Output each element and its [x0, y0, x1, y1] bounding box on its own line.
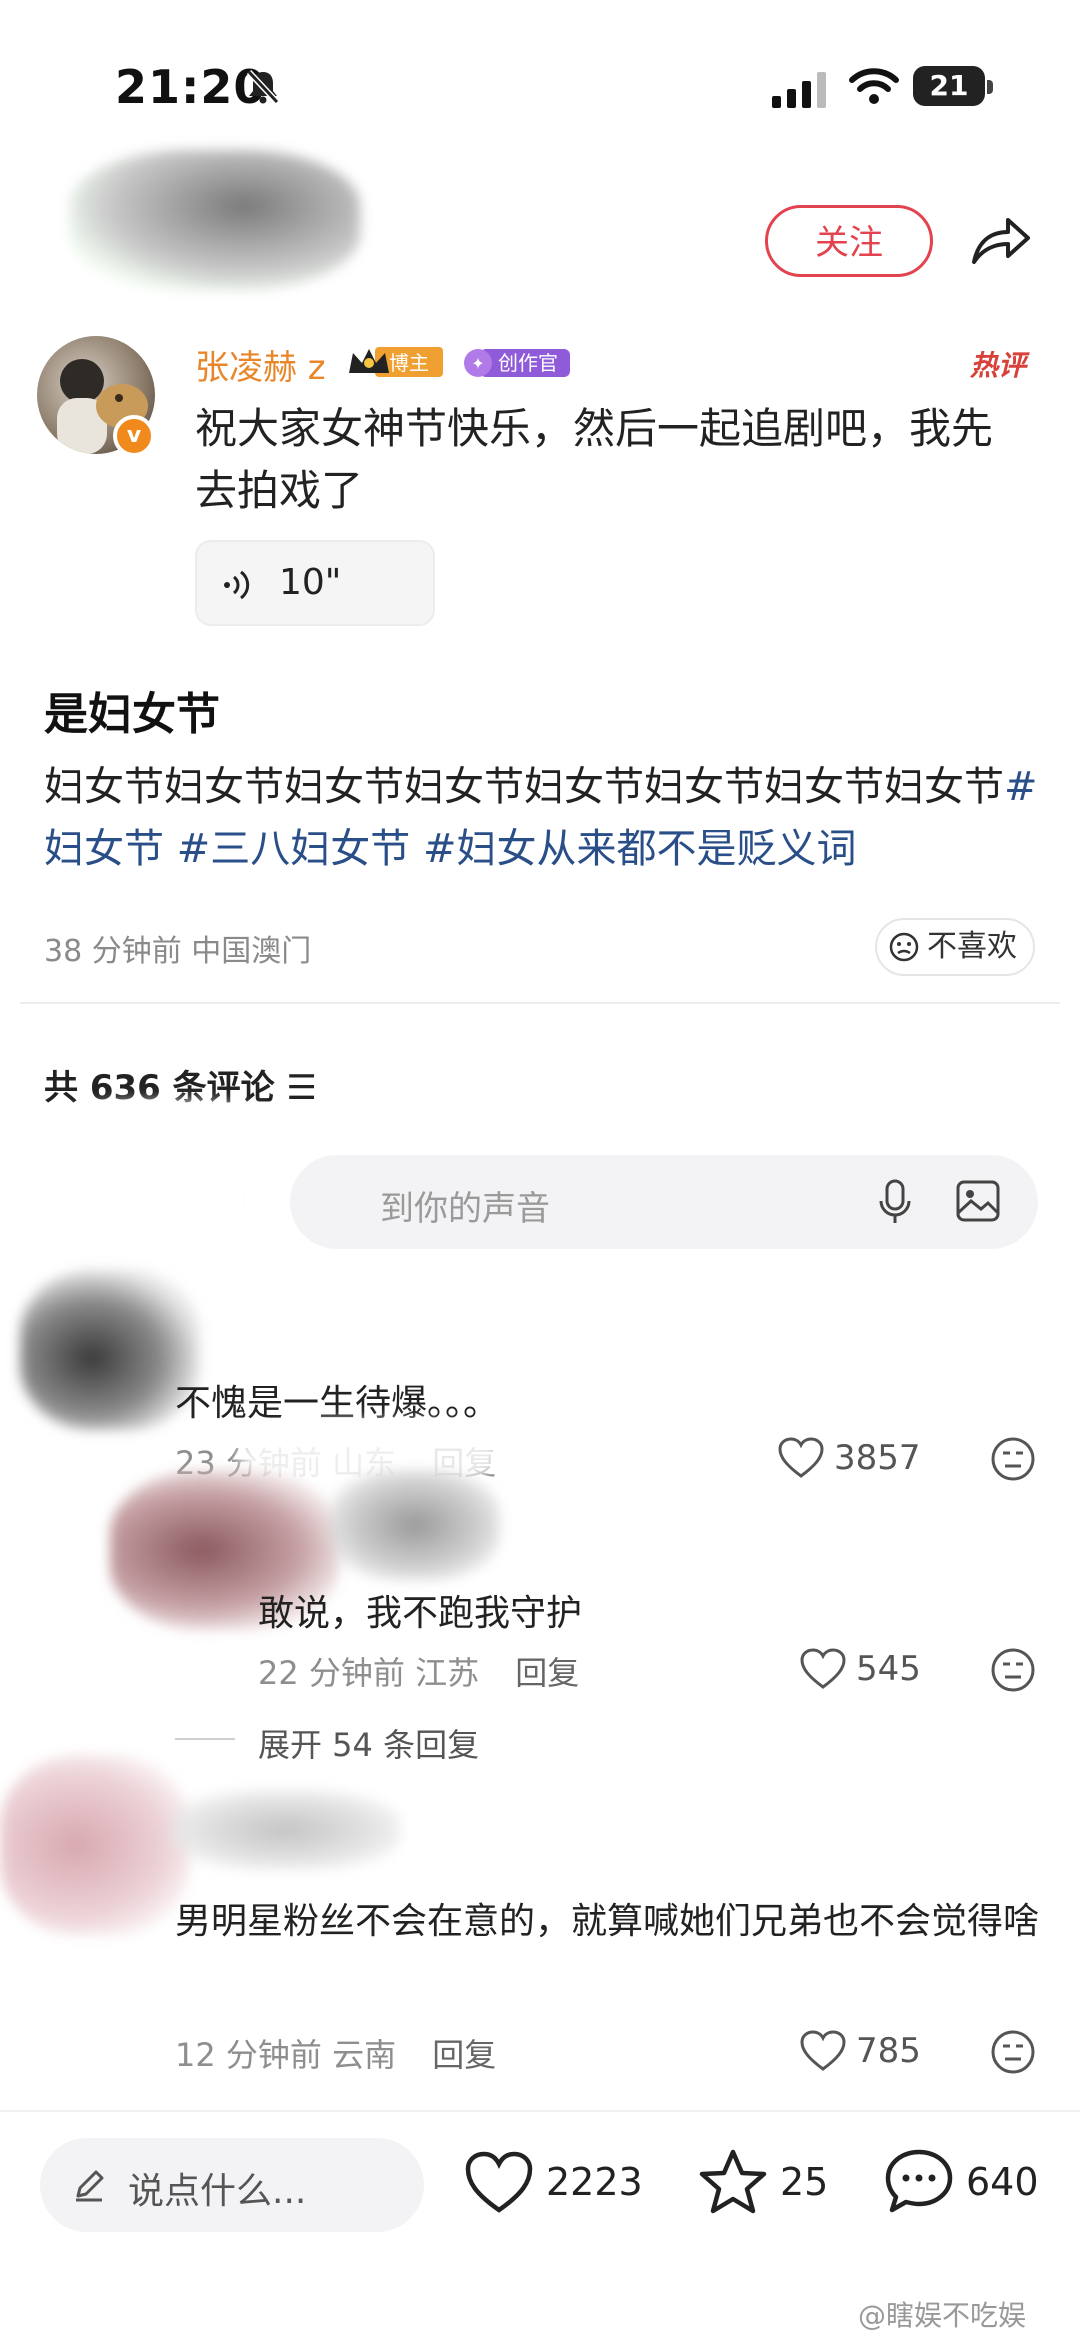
follow-button[interactable]: 关注: [765, 205, 933, 277]
article-body: 妇女节妇女节妇女节妇女节妇女节妇女节妇女节妇女节#妇女节 #三八妇女节 #妇女从…: [44, 756, 1044, 880]
battery-cap: [987, 80, 993, 94]
article-title: 是妇女节: [44, 689, 220, 740]
sort-icon[interactable]: ☰: [287, 1068, 317, 1108]
hashtag-link[interactable]: #三八妇女节: [177, 826, 411, 872]
blogger-badge: 博主: [349, 347, 443, 377]
comment-time: 22 分钟前: [258, 1654, 405, 1692]
voice-wave-icon: [224, 570, 250, 600]
post-text: 祝大家女神节快乐，然后一起追剧吧，我先去拍戏了: [195, 404, 994, 515]
voice-message-button[interactable]: 10": [195, 540, 435, 626]
unhappy-face-icon[interactable]: [990, 2029, 1036, 2075]
comment-time: 12 分钟前: [175, 2036, 322, 2074]
post-meta: 38 分钟前 中国澳门: [44, 934, 312, 969]
article-body-text: 妇女节妇女节妇女节妇女节妇女节妇女节妇女节妇女节: [44, 764, 1004, 810]
dislike-button[interactable]: 不喜欢: [875, 918, 1035, 976]
heart-icon[interactable]: [800, 2030, 846, 2072]
comment-input-placeholder: 到你的声音: [380, 1189, 550, 1229]
unhappy-face-icon: [889, 932, 919, 962]
comment-text: 男明星粉丝不会在意的，就算喊她们兄弟也不会觉得啥: [175, 1901, 1040, 1942]
comment-meta: 22 分钟前 江苏 回复: [258, 1648, 579, 1694]
heart-icon[interactable]: [800, 1648, 846, 1690]
image-icon[interactable]: [955, 1179, 1001, 1223]
comment-input[interactable]: 到你的声音: [290, 1155, 1038, 1249]
creator-badge: ✦ 创作官: [464, 349, 570, 377]
redacted-scribble: [0, 1100, 330, 1300]
heart-icon[interactable]: [778, 1437, 824, 1479]
verified-badge-icon: v: [113, 415, 155, 457]
comment-bubble-icon[interactable]: [884, 2148, 954, 2214]
svg-text:✦: ✦: [471, 354, 484, 373]
redacted-avatar-scribble: [20, 1270, 200, 1430]
svg-text:博主: 博主: [389, 351, 429, 375]
redacted-avatar-scribble: [0, 1755, 190, 1935]
comment-text: 敢说，我不跑我守护: [258, 1593, 583, 1634]
say-something-input[interactable]: 说点什么...: [40, 2138, 424, 2232]
share-icon[interactable]: [968, 210, 1032, 270]
microphone-icon[interactable]: [875, 1177, 915, 1227]
username[interactable]: 张凌赫 z: [195, 340, 326, 389]
redacted-scribble: [330, 1470, 500, 1580]
voice-duration: 10": [279, 562, 342, 603]
mute-bell-icon: [246, 69, 280, 105]
reply-button[interactable]: 回复: [432, 2036, 496, 2074]
signal-icon: [772, 72, 826, 108]
favorite-count: 25: [780, 2160, 829, 2204]
bottom-bar-divider: [0, 2110, 1080, 2112]
post-like-count: 2223: [546, 2160, 643, 2204]
watermark: @瞎娱不吃娱: [858, 2299, 1027, 2332]
comment-total-count: 640: [966, 2160, 1039, 2204]
like-count: 545: [856, 1649, 921, 1689]
hot-comment-tag: 热评: [970, 349, 1027, 382]
like-count: 3857: [834, 1438, 921, 1478]
comment-location: 云南: [332, 2036, 397, 2074]
unhappy-face-icon[interactable]: [990, 1647, 1036, 1693]
wifi-icon: [849, 68, 899, 104]
heart-icon[interactable]: [464, 2150, 534, 2216]
hashtag-link[interactable]: #妇女从来都不是贬义词: [423, 826, 857, 872]
comment-location: 江苏: [415, 1654, 480, 1692]
battery-icon: 21: [913, 66, 985, 106]
redacted-scribble: [170, 1790, 400, 1870]
divider: [20, 1002, 1060, 1004]
svg-text:创作官: 创作官: [498, 351, 558, 375]
expand-replies-button[interactable]: 展开 54 条回复: [258, 1720, 479, 1766]
expand-line: [175, 1738, 235, 1740]
redacted-scribble: [70, 150, 360, 290]
say-something-placeholder: 说点什么...: [128, 2171, 307, 2212]
reply-button[interactable]: 回复: [515, 1654, 579, 1692]
comment-meta: 12 分钟前 云南 回复: [175, 2030, 496, 2076]
dislike-label: 不喜欢: [927, 929, 1017, 964]
unhappy-face-icon[interactable]: [990, 1436, 1036, 1482]
star-icon[interactable]: [698, 2148, 768, 2214]
comment-text: 不愧是一生待爆。。。: [175, 1383, 500, 1424]
pencil-icon: [76, 2170, 104, 2202]
like-count: 785: [856, 2031, 921, 2071]
